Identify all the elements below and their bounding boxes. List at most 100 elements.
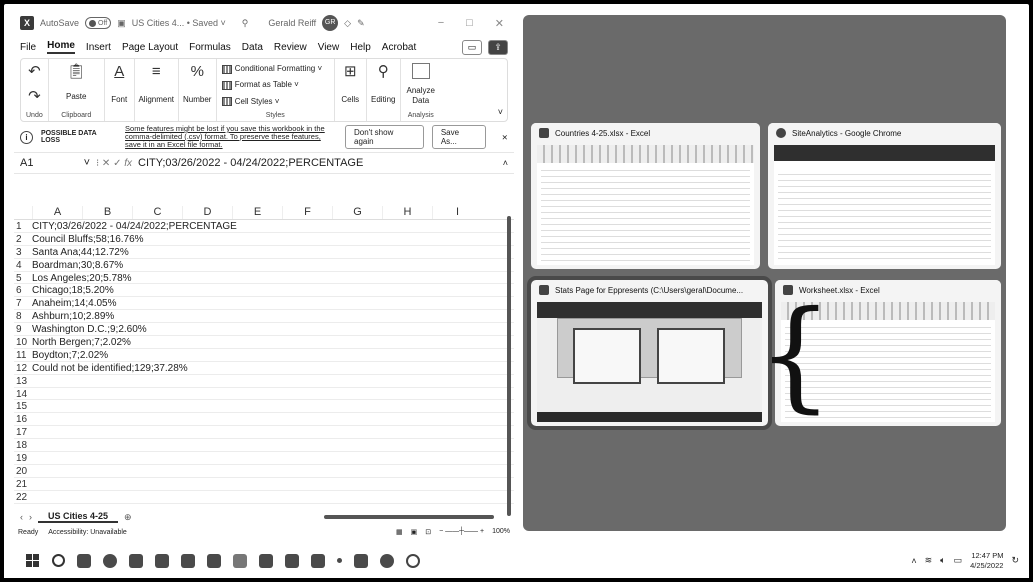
font-icon[interactable]: A — [114, 63, 124, 81]
close-icon[interactable]: ✕ — [495, 17, 504, 30]
page-layout-view-icon[interactable]: ▣ — [411, 528, 418, 536]
row-number[interactable]: 1 — [14, 220, 32, 232]
row-number[interactable]: 15 — [14, 400, 32, 412]
notice-message[interactable]: Some features might be lost if you save … — [125, 125, 329, 149]
row-number[interactable]: 14 — [14, 388, 32, 400]
search-icon[interactable]: ⚲ — [242, 18, 249, 29]
select-all-corner[interactable] — [14, 206, 32, 219]
column-header[interactable]: I — [432, 206, 482, 219]
cell-a[interactable]: Council Bluffs;58;16.76% — [32, 233, 144, 245]
edge-icon[interactable] — [103, 553, 117, 568]
sheet-next-icon[interactable]: › — [29, 512, 32, 522]
row-number[interactable]: 3 — [14, 246, 32, 258]
undo-icon[interactable]: ↶ — [28, 63, 41, 81]
share-icon[interactable]: ⇪ — [488, 39, 508, 55]
tab-view[interactable]: View — [318, 42, 340, 53]
row-number[interactable]: 13 — [14, 375, 32, 387]
tab-formulas[interactable]: Formulas — [189, 42, 231, 53]
tab-file[interactable]: File — [20, 42, 36, 53]
number-button[interactable]: Number — [183, 95, 211, 105]
window-thumb-countries[interactable]: Countries 4-25.xlsx - Excel — [531, 123, 760, 269]
cell-a[interactable]: Anaheim;14;4.05% — [32, 297, 117, 309]
chevron-up-icon[interactable]: ˄ — [911, 556, 916, 566]
analyze-data-button[interactable]: Analyze Data — [406, 86, 436, 106]
cell-a[interactable]: Boydton;7;2.02% — [32, 349, 108, 361]
row-number[interactable]: 20 — [14, 465, 32, 477]
row-number[interactable]: 5 — [14, 272, 32, 284]
column-header[interactable]: D — [182, 206, 232, 219]
row-number[interactable]: 9 — [14, 323, 32, 335]
tab-page-layout[interactable]: Page Layout — [122, 42, 178, 53]
dot-icon[interactable] — [337, 558, 342, 563]
percent-icon[interactable]: % — [191, 63, 204, 81]
accessibility-status[interactable]: Accessibility: Unavailable — [48, 529, 127, 536]
notice-close-icon[interactable]: ✕ — [502, 133, 508, 142]
row-number[interactable]: 2 — [14, 233, 32, 245]
column-header[interactable]: H — [382, 206, 432, 219]
normal-view-icon[interactable]: ▦ — [396, 528, 403, 536]
document-icon[interactable] — [311, 553, 325, 568]
cell-a[interactable]: Ashburn;10;2.89% — [32, 310, 114, 322]
cell-a[interactable]: Washington D.C.;9;2.60% — [32, 323, 147, 335]
tab-home[interactable]: Home — [47, 40, 75, 54]
tab-help[interactable]: Help — [350, 42, 371, 53]
tab-review[interactable]: Review — [274, 42, 307, 53]
notepad-icon[interactable] — [285, 553, 299, 568]
chrome-taskbar-icon[interactable] — [380, 553, 394, 568]
name-box[interactable]: A1 ˅ — [14, 157, 94, 169]
row-number[interactable]: 4 — [14, 259, 32, 271]
format-as-table-button[interactable]: Format as Table ˅ — [221, 79, 299, 91]
row-number[interactable]: 21 — [14, 478, 32, 490]
save-as-button[interactable]: Save As... — [431, 125, 486, 149]
window-thumb-siteanalytics[interactable]: SiteAnalytics - Google Chrome — [768, 123, 1001, 269]
pen-icon[interactable]: ✎ — [357, 18, 365, 29]
save-icon[interactable]: ▣ — [117, 18, 126, 29]
volume-icon[interactable]: 🔈︎ — [940, 555, 945, 566]
alignment-button[interactable]: Alignment — [138, 95, 174, 105]
cell-a[interactable]: Los Angeles;20;5.78% — [32, 272, 132, 284]
editing-search-icon[interactable]: ⚲ — [378, 63, 389, 81]
battery-icon[interactable]: ▭ — [954, 555, 963, 566]
row-number[interactable]: 19 — [14, 452, 32, 464]
font-button[interactable]: Font — [111, 95, 127, 105]
column-header[interactable]: C — [132, 206, 182, 219]
row-number[interactable]: 12 — [14, 362, 32, 374]
photos-icon[interactable] — [259, 553, 273, 568]
conditional-formatting-button[interactable]: Conditional Formatting ˅ — [221, 63, 322, 75]
page-break-view-icon[interactable]: ⊡ — [425, 528, 431, 536]
column-header[interactable]: B — [82, 206, 132, 219]
column-header[interactable]: A — [32, 206, 82, 219]
search-icon[interactable] — [52, 554, 65, 567]
acrobat-icon[interactable] — [354, 553, 368, 568]
cortana-icon[interactable] — [406, 553, 420, 568]
chevron-down-icon[interactable]: ˅ — [84, 157, 90, 169]
column-header[interactable]: F — [282, 206, 332, 219]
row-number[interactable]: 6 — [14, 284, 32, 296]
cell-styles-button[interactable]: Cell Styles ˅ — [221, 96, 279, 108]
tab-acrobat[interactable]: Acrobat — [382, 42, 416, 53]
cell-a[interactable]: North Bergen;7;2.02% — [32, 336, 131, 348]
cell-a[interactable]: Could not be identified;129;37.28% — [32, 362, 188, 374]
cell-a[interactable]: Boardman;30;8.67% — [32, 259, 123, 271]
store-icon[interactable] — [129, 553, 143, 568]
alignment-icon[interactable]: ≡ — [152, 63, 161, 81]
cells-button[interactable]: Cells — [341, 95, 359, 105]
notification-icon[interactable]: ↻ — [1011, 555, 1019, 566]
cell-a[interactable]: CITY;03/26/2022 - 04/24/2022;PERCENTAGE — [32, 220, 237, 232]
cell-a[interactable]: Chicago;18;5.20% — [32, 284, 114, 296]
clock[interactable]: 12:47 PM 4/25/2022 — [970, 551, 1003, 571]
row-number[interactable]: 16 — [14, 413, 32, 425]
word-icon[interactable] — [181, 553, 195, 568]
file-explorer-icon[interactable] — [77, 553, 91, 568]
row-number[interactable]: 7 — [14, 297, 32, 309]
minimize-icon[interactable]: − — [438, 17, 444, 30]
comments-icon[interactable]: ▭ — [462, 39, 482, 55]
formula-input[interactable]: CITY;03/26/2022 - 04/24/2022;PERCENTAGE — [134, 157, 503, 169]
wifi-icon[interactable]: ≋ — [925, 555, 933, 566]
maximize-icon[interactable]: □ — [466, 17, 473, 30]
column-header[interactable]: E — [232, 206, 282, 219]
diamond-icon[interactable]: ◇ — [344, 18, 351, 29]
autosave-toggle[interactable]: Off — [85, 17, 112, 29]
window-thumb-stats[interactable]: Stats Page for Eppresents (C:\Users\gera… — [527, 276, 772, 430]
editing-button[interactable]: Editing — [371, 95, 395, 105]
